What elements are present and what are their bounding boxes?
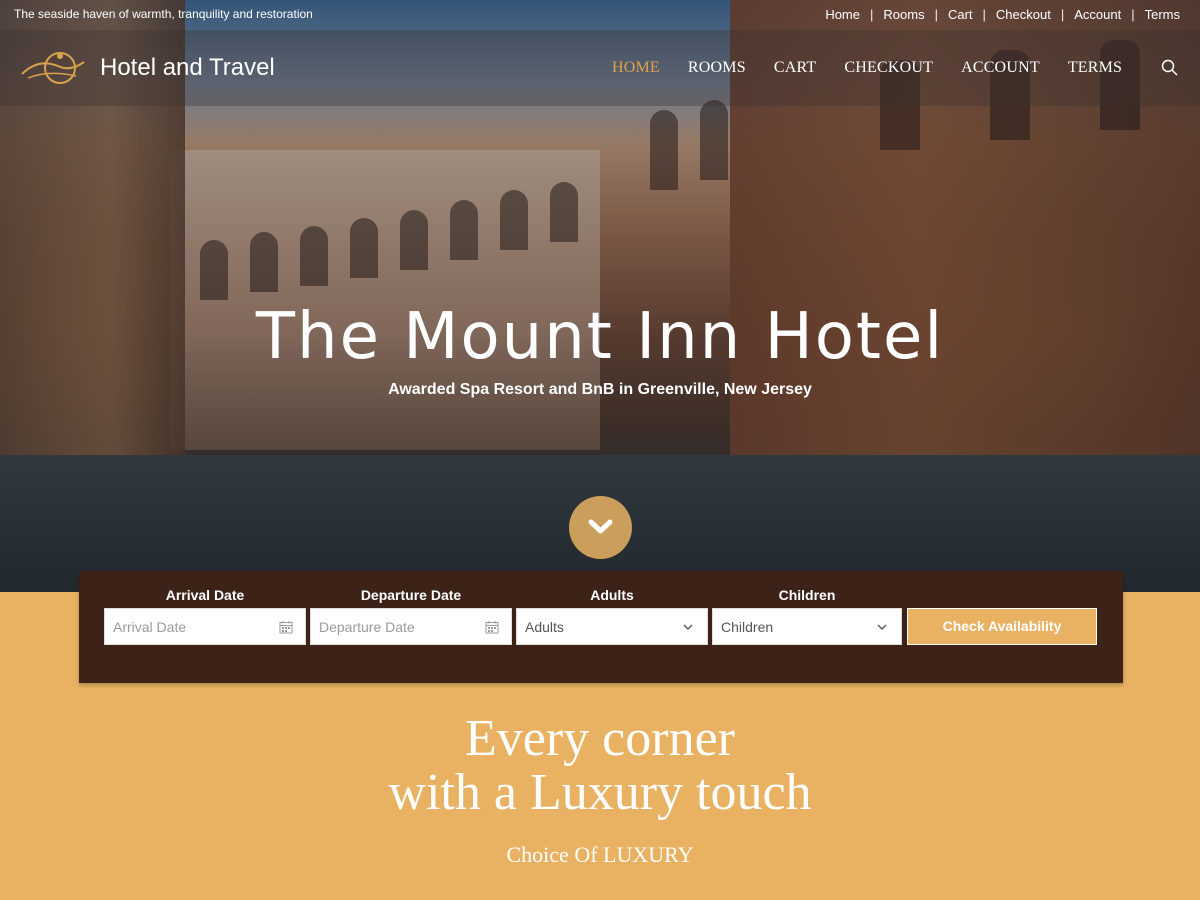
nav-checkout[interactable]: CHECKOUT bbox=[844, 59, 933, 77]
arrival-date-input[interactable]: Arrival Date bbox=[104, 608, 306, 645]
chevron-down-icon bbox=[588, 519, 613, 534]
luxury-heading-line2: with a Luxury touch bbox=[388, 764, 812, 821]
top-link-account[interactable]: Account bbox=[1064, 7, 1131, 22]
adults-select[interactable]: Adults bbox=[516, 608, 708, 645]
tagline: The seaside haven of warmth, tranquility… bbox=[14, 7, 313, 21]
children-selected: Children bbox=[721, 619, 774, 635]
hero-subtitle: Awarded Spa Resort and BnB in Greenville… bbox=[388, 381, 812, 398]
luxury-subtitle: Choice Of LUXURY bbox=[506, 842, 694, 867]
nav-home[interactable]: HOME bbox=[612, 59, 660, 77]
calendar-icon[interactable] bbox=[279, 620, 293, 634]
top-link-home[interactable]: Home bbox=[815, 7, 870, 22]
top-link-rooms[interactable]: Rooms bbox=[873, 7, 934, 22]
site-title[interactable]: Hotel and Travel bbox=[100, 54, 275, 82]
departure-date-field: Departure Date Departure Date bbox=[310, 587, 512, 645]
divider: | bbox=[1060, 7, 1065, 22]
check-availability-button[interactable]: Check Availability bbox=[907, 608, 1097, 645]
divider: | bbox=[934, 7, 938, 22]
adults-selected: Adults bbox=[525, 619, 564, 635]
divider: | bbox=[1131, 7, 1135, 22]
nav-rooms[interactable]: ROOMS bbox=[688, 59, 746, 77]
top-link-terms[interactable]: Terms bbox=[1135, 7, 1190, 22]
nav-account[interactable]: ACCOUNT bbox=[961, 59, 1040, 77]
departure-date-input[interactable]: Departure Date bbox=[310, 608, 512, 645]
luxury-heading: Every corner with a Luxury touch bbox=[0, 712, 1200, 820]
chevron-down-icon bbox=[683, 624, 693, 630]
top-link-cart[interactable]: Cart bbox=[938, 7, 983, 22]
main-header: Hotel and Travel HOME ROOMS CART CHECKOU… bbox=[0, 30, 1200, 106]
chevron-down-icon bbox=[877, 624, 887, 630]
children-label: Children bbox=[778, 587, 836, 603]
divider: | bbox=[870, 7, 874, 22]
arrival-date-field: Arrival Date Arrival Date bbox=[104, 587, 306, 645]
search-icon[interactable] bbox=[1160, 58, 1180, 78]
nav-terms[interactable]: TERMS bbox=[1068, 59, 1122, 77]
arrival-date-label: Arrival Date bbox=[165, 587, 245, 603]
top-bar: The seaside haven of warmth, tranquility… bbox=[0, 0, 1200, 30]
top-links: Home | Rooms | Cart | Checkout | Account… bbox=[815, 7, 1190, 22]
divider: | bbox=[982, 7, 986, 22]
calendar-icon[interactable] bbox=[485, 620, 499, 634]
booking-form: Arrival Date Arrival Date Departure Date… bbox=[79, 571, 1123, 683]
hero-title: The Mount Inn Hotel bbox=[255, 300, 945, 374]
adults-label: Adults bbox=[590, 587, 634, 603]
nav-cart[interactable]: CART bbox=[774, 59, 817, 77]
adults-field: Adults Adults bbox=[516, 587, 708, 645]
scroll-down-button[interactable] bbox=[569, 496, 632, 559]
departure-date-label: Departure Date bbox=[360, 587, 462, 603]
luxury-heading-line1: Every corner bbox=[465, 710, 735, 767]
children-select[interactable]: Children bbox=[712, 608, 902, 645]
top-link-checkout[interactable]: Checkout bbox=[986, 7, 1061, 22]
departure-date-placeholder: Departure Date bbox=[319, 619, 415, 635]
main-nav: HOME ROOMS CART CHECKOUT ACCOUNT TERMS bbox=[598, 59, 1136, 77]
arrival-date-placeholder: Arrival Date bbox=[113, 619, 187, 635]
children-field: Children Children bbox=[712, 587, 902, 645]
logo-icon[interactable] bbox=[18, 48, 88, 88]
